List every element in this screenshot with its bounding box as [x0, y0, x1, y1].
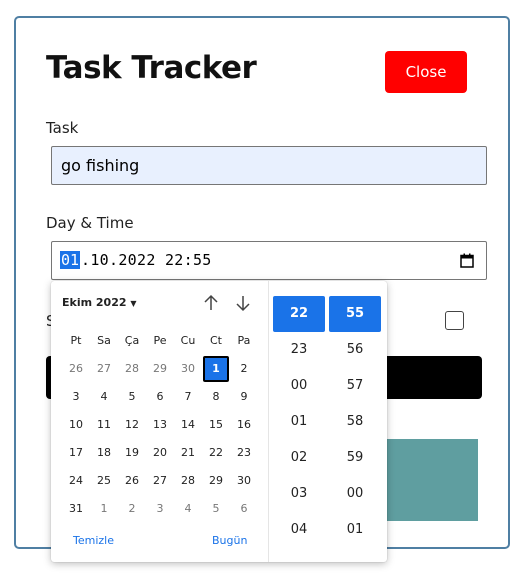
weekday-header: Pe: [153, 334, 167, 347]
hour-option[interactable]: 23: [273, 332, 325, 368]
minute-option[interactable]: 55: [329, 296, 381, 332]
calendar-day[interactable]: 1: [203, 356, 229, 382]
calendar-day[interactable]: 12: [119, 412, 145, 438]
date-time-value: .10.2022 22:55: [81, 251, 212, 269]
calendar-icon[interactable]: [460, 253, 474, 268]
day-time-input[interactable]: 01 .10.2022 22:55: [51, 241, 487, 280]
calendar-day[interactable]: 3: [147, 496, 173, 522]
minute-option[interactable]: 57: [329, 368, 381, 404]
calendar-day[interactable]: 5: [203, 496, 229, 522]
calendar-day[interactable]: 2: [231, 356, 257, 382]
calendar-day[interactable]: 25: [91, 468, 117, 494]
arrow-down-icon[interactable]: [234, 294, 252, 312]
calendar-day[interactable]: 31: [63, 496, 89, 522]
calendar-day[interactable]: 29: [147, 356, 173, 382]
column-divider: [268, 281, 269, 562]
task-label: Task: [46, 119, 79, 137]
calendar-day[interactable]: 4: [175, 496, 201, 522]
caret-down-icon: ▼: [130, 299, 137, 308]
calendar-day[interactable]: 11: [91, 412, 117, 438]
calendar-day[interactable]: 2: [119, 496, 145, 522]
weekday-header: Cu: [180, 334, 196, 347]
calendar-day[interactable]: 26: [119, 468, 145, 494]
minute-option[interactable]: 58: [329, 404, 381, 440]
day-segment[interactable]: 01: [60, 251, 81, 269]
calendar-day[interactable]: 24: [63, 468, 89, 494]
calendar-day[interactable]: 19: [119, 440, 145, 466]
calendar-day[interactable]: 29: [203, 468, 229, 494]
calendar-day[interactable]: 8: [203, 384, 229, 410]
calendar-day[interactable]: 17: [63, 440, 89, 466]
weekday-header: Pt: [70, 334, 82, 347]
calendar-day[interactable]: 6: [147, 384, 173, 410]
hour-option[interactable]: 22: [273, 296, 325, 332]
calendar-day[interactable]: 22: [203, 440, 229, 466]
calendar-day[interactable]: 14: [175, 412, 201, 438]
close-button[interactable]: Close: [385, 51, 467, 93]
calendar-day[interactable]: 7: [175, 384, 201, 410]
hour-option[interactable]: 00: [273, 368, 325, 404]
page-title: Task Tracker: [46, 50, 257, 86]
calendar-day[interactable]: 3: [63, 384, 89, 410]
weekday-header: Sa: [97, 334, 111, 347]
calendar-day[interactable]: 9: [231, 384, 257, 410]
calendar-day[interactable]: 16: [231, 412, 257, 438]
clear-button[interactable]: Temizle: [73, 534, 114, 547]
calendar-day[interactable]: 28: [119, 356, 145, 382]
calendar-day[interactable]: 10: [63, 412, 89, 438]
calendar-day[interactable]: 30: [175, 356, 201, 382]
calendar-day[interactable]: 13: [147, 412, 173, 438]
calendar-day[interactable]: 18: [91, 440, 117, 466]
calendar-day[interactable]: 28: [175, 468, 201, 494]
hour-option[interactable]: 03: [273, 476, 325, 512]
arrow-up-icon[interactable]: [202, 294, 220, 312]
hour-option[interactable]: 02: [273, 440, 325, 476]
hour-option[interactable]: 01: [273, 404, 325, 440]
calendar-day[interactable]: 5: [119, 384, 145, 410]
day-time-label: Day & Time: [46, 214, 134, 232]
weekday-header: Ct: [210, 334, 222, 347]
calendar-day[interactable]: 30: [231, 468, 257, 494]
calendar-day[interactable]: 27: [91, 356, 117, 382]
minute-option[interactable]: 56: [329, 332, 381, 368]
calendar-day[interactable]: 23: [231, 440, 257, 466]
minute-option[interactable]: 59: [329, 440, 381, 476]
hour-option[interactable]: 04: [273, 512, 325, 548]
calendar-day[interactable]: 26: [63, 356, 89, 382]
calendar-day[interactable]: 1: [91, 496, 117, 522]
reminder-checkbox[interactable]: [445, 311, 464, 330]
calendar-day[interactable]: 20: [147, 440, 173, 466]
calendar-day[interactable]: 15: [203, 412, 229, 438]
task-input[interactable]: [51, 146, 487, 185]
calendar-day[interactable]: 6: [231, 496, 257, 522]
today-button[interactable]: Bugün: [212, 534, 247, 547]
minute-option[interactable]: 01: [329, 512, 381, 548]
calendar-day[interactable]: 4: [91, 384, 117, 410]
calendar-day[interactable]: 27: [147, 468, 173, 494]
month-select[interactable]: Ekim 2022 ▼: [62, 296, 137, 309]
weekday-header: Pa: [237, 334, 251, 347]
weekday-header: Ça: [124, 334, 140, 347]
calendar-day[interactable]: 21: [175, 440, 201, 466]
date-time-picker: Ekim 2022 ▼ Pt Sa Ça Pe Cu Ct Pa 26 27 28 29 30 1 2 3…: [51, 281, 387, 562]
minute-option[interactable]: 00: [329, 476, 381, 512]
